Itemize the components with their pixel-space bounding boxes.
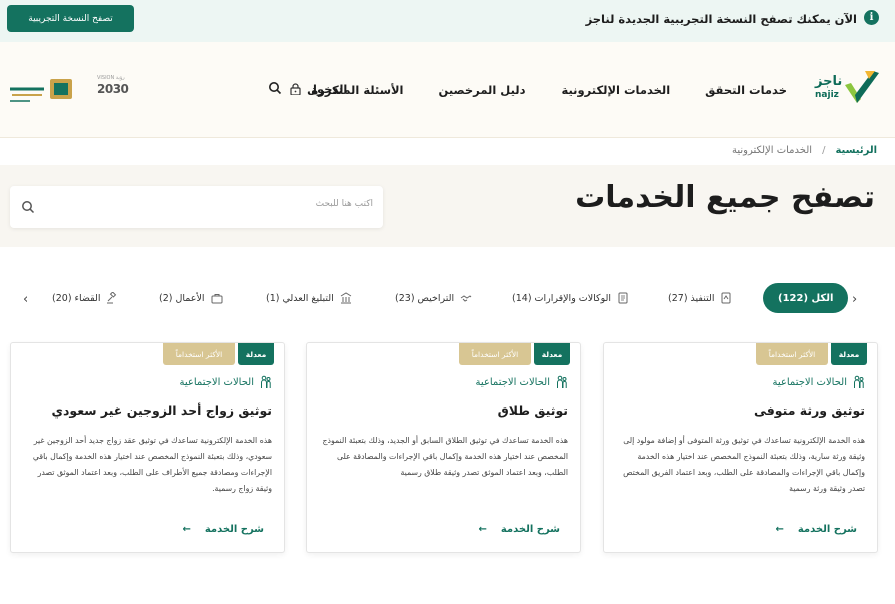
- family-icon: [557, 375, 567, 388]
- filter-label: التبليغ العدلي (1): [266, 292, 334, 304]
- try-beta-button[interactable]: تصفح النسخة التجريبية: [7, 5, 134, 32]
- building-icon: [340, 292, 352, 304]
- family-icon: [854, 375, 864, 388]
- breadcrumb-current: الخدمات الإلكترونية: [731, 145, 813, 156]
- card-badges: معدلة الأكثر استخداماً: [459, 343, 570, 365]
- chevron-right-icon[interactable]: ›: [852, 292, 857, 307]
- service-card[interactable]: معدلة الأكثر استخداماً الحالات الاجتماعي…: [306, 342, 581, 553]
- filter-licenses[interactable]: التراخيص (23): [395, 283, 472, 313]
- filter-all[interactable]: الكل (122): [763, 283, 849, 313]
- filter-label: التراخيص (23): [395, 292, 455, 304]
- filter-business[interactable]: الأعمال (2): [159, 283, 223, 313]
- chevron-left-icon[interactable]: ‹: [23, 292, 28, 307]
- page-title: تصفح جميع الخدمات: [575, 180, 875, 215]
- login-label: الدخول: [307, 82, 348, 96]
- most-used-badge: الأكثر استخداماً: [163, 343, 235, 365]
- filter-agencies[interactable]: الوكالات والإقرارات (14): [512, 283, 629, 313]
- card-title: توثيق ورثة متوفى: [753, 403, 865, 418]
- card-description: هذه الخدمة الإلكترونية تساعدك في توثيق ع…: [32, 436, 272, 493]
- site-header: ناجز najiz خدمات التحقق الخدمات الإلكترو…: [0, 42, 895, 138]
- search-icon[interactable]: [268, 81, 282, 95]
- search-input[interactable]: [43, 199, 373, 209]
- filter-label: القضاء (20): [52, 292, 101, 304]
- arrow-left-icon: ←: [775, 524, 784, 535]
- arrow-left-icon: ←: [182, 524, 191, 535]
- announcement-bar: تصفح النسخة التجريبية الآن يمكنك تصفح ال…: [0, 0, 895, 42]
- service-card[interactable]: معدلة الأكثر استخداماً الحالات الاجتماعي…: [10, 342, 285, 553]
- breadcrumb-separator: /: [822, 145, 826, 156]
- link-label: شرح الخدمة: [500, 524, 560, 535]
- logo-sub: najiz: [815, 90, 839, 100]
- filter-label: الوكالات والإقرارات (14): [512, 292, 612, 304]
- service-explanation-link[interactable]: شرح الخدمة ←: [775, 524, 857, 535]
- arrow-left-icon: ←: [478, 524, 487, 535]
- card-category-label: الحالات الاجتماعية: [475, 376, 550, 388]
- service-card[interactable]: معدلة الأكثر استخداماً الحالات الاجتماعي…: [603, 342, 878, 553]
- handshake-icon: [460, 295, 472, 302]
- filter-label: الأعمال (2): [159, 292, 205, 304]
- card-category: الحالات الاجتماعية: [476, 375, 568, 389]
- lock-icon: [290, 83, 301, 95]
- card-badges: معدلة الأكثر استخداماً: [756, 343, 867, 365]
- breadcrumb-home[interactable]: الرئيسية: [835, 145, 877, 156]
- logo-text: ناجز: [815, 74, 843, 89]
- service-explanation-link[interactable]: شرح الخدمة ←: [478, 524, 560, 535]
- ministry-of-justice-logo: [10, 79, 72, 102]
- card-description: هذه الخدمة تساعدك في توثيق الطلاق السابق…: [322, 436, 568, 477]
- card-category-label: الحالات الاجتماعية: [772, 376, 847, 388]
- card-category: الحالات الاجتماعية: [180, 375, 272, 389]
- document-icon: [618, 292, 628, 304]
- banner-text: الآن يمكنك تصفح النسخة التجريبية الجديدة…: [585, 12, 857, 26]
- card-title: توثيق طلاق: [497, 403, 568, 418]
- card-description: هذه الخدمة الإلكترونية تساعدك في توثيق و…: [623, 436, 865, 493]
- card-badges: معدلة الأكثر استخداماً: [163, 343, 274, 365]
- service-explanation-link[interactable]: شرح الخدمة ←: [182, 524, 264, 535]
- vision-year: 2030: [97, 82, 129, 96]
- card-category: الحالات الاجتماعية: [773, 375, 865, 389]
- most-used-badge: الأكثر استخداماً: [756, 343, 828, 365]
- modified-badge: معدلة: [831, 343, 867, 365]
- category-filters: ‹ › الكل (122) التنفيذ (27) الوكالات وال…: [0, 283, 895, 315]
- execution-icon: [721, 292, 731, 304]
- briefcase-icon: [211, 294, 223, 304]
- filter-judicial-notification[interactable]: التبليغ العدلي (1): [266, 283, 352, 313]
- najiz-logo[interactable]: ناجز najiz: [815, 69, 879, 109]
- filter-label: الكل (122): [778, 292, 834, 304]
- card-category-label: الحالات الاجتماعية: [179, 376, 254, 388]
- link-label: شرح الخدمة: [797, 524, 857, 535]
- nav-electronic-services[interactable]: الخدمات الإلكترونية: [561, 83, 670, 97]
- card-title: توثيق زواج أحد الزوجين غير سعودي: [51, 403, 272, 418]
- filter-judiciary[interactable]: القضاء (20): [52, 283, 118, 313]
- modified-badge: معدلة: [238, 343, 274, 365]
- hero-section: تصفح جميع الخدمات: [0, 165, 895, 247]
- main-nav: خدمات التحقق الخدمات الإلكترونية دليل ال…: [281, 83, 787, 97]
- nav-licensees-guide[interactable]: دليل المرخصين: [439, 83, 526, 97]
- vision-2030-logo: VISION رؤية 2030: [97, 75, 135, 105]
- info-icon: i: [864, 10, 879, 25]
- modified-badge: معدلة: [534, 343, 570, 365]
- filter-execution[interactable]: التنفيذ (27): [668, 283, 732, 313]
- most-used-badge: الأكثر استخداماً: [459, 343, 531, 365]
- search-box: [10, 186, 383, 228]
- breadcrumb: الرئيسية / الخدمات الإلكترونية: [732, 145, 877, 156]
- vision-label: VISION رؤية: [97, 75, 125, 81]
- nav-verification-services[interactable]: خدمات التحقق: [705, 83, 787, 97]
- gavel-icon: [107, 292, 117, 304]
- filter-label: التنفيذ (27): [668, 292, 715, 304]
- link-label: شرح الخدمة: [204, 524, 264, 535]
- login-link[interactable]: الدخول: [290, 82, 347, 96]
- family-icon: [261, 375, 271, 388]
- najiz-mark-icon: [845, 71, 879, 103]
- search-icon[interactable]: [21, 200, 35, 214]
